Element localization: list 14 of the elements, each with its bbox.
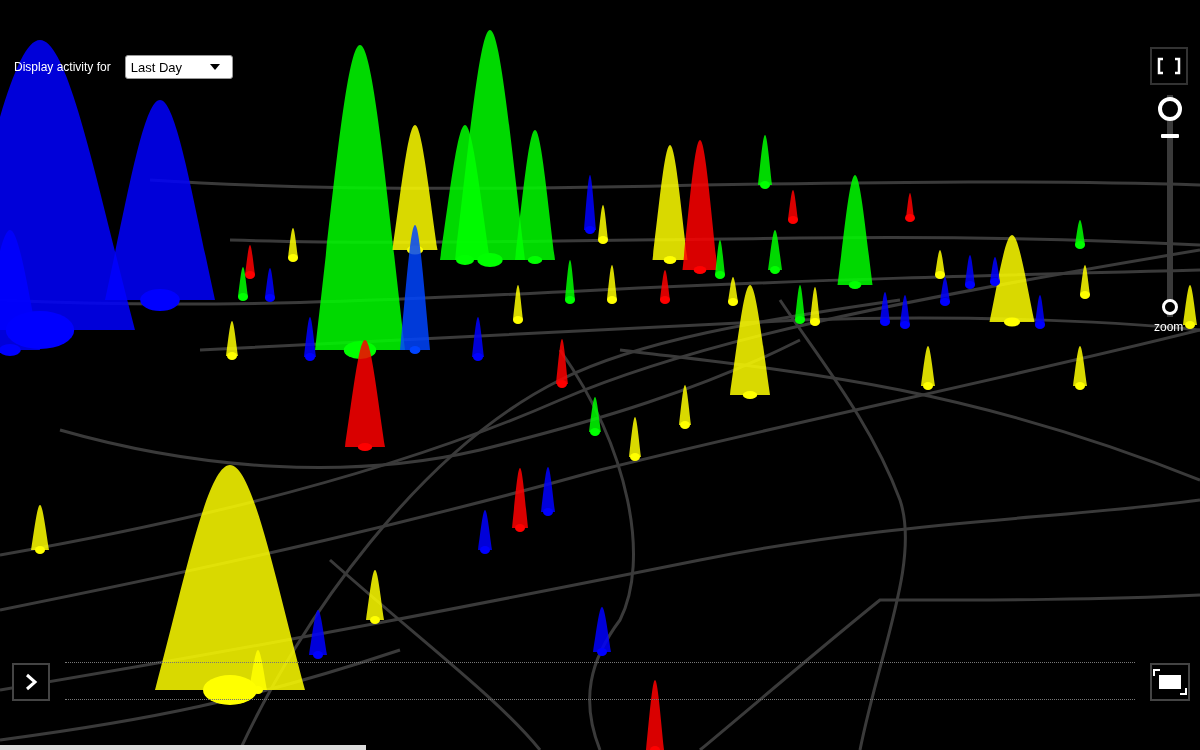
- expand-button[interactable]: [1150, 663, 1190, 701]
- timeline-track[interactable]: [65, 662, 1135, 700]
- zoom-out-knob[interactable]: [1162, 299, 1178, 315]
- zoom-slider-handle[interactable]: [1161, 134, 1179, 138]
- brackets-icon: [1157, 57, 1181, 75]
- horizontal-scrollbar[interactable]: [0, 745, 366, 750]
- fullscreen-button[interactable]: [1150, 47, 1188, 85]
- caret-icon: [209, 64, 220, 70]
- play-button[interactable]: [12, 663, 50, 701]
- screen-icon: [1153, 669, 1187, 695]
- period-dropdown[interactable]: Last Day: [124, 55, 233, 79]
- zoom-label: zoom: [1154, 320, 1184, 334]
- chevron-icon: [24, 673, 38, 691]
- zoom-in-knob[interactable]: [1158, 97, 1182, 121]
